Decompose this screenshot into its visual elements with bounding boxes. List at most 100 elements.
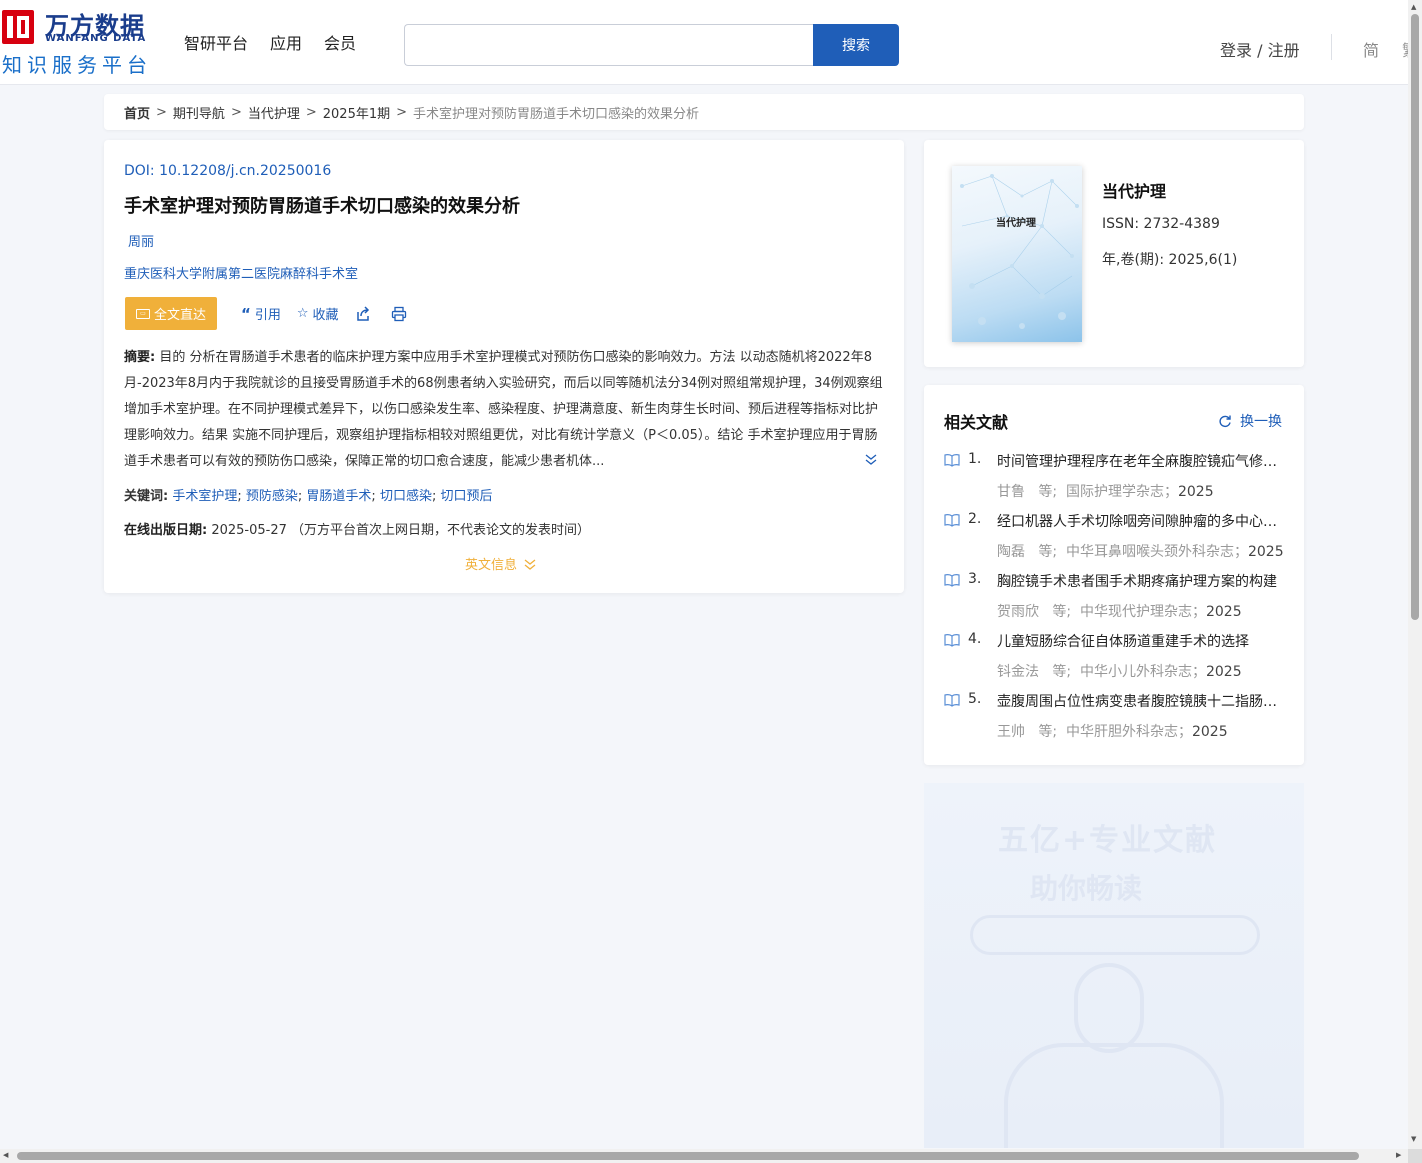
related-journal[interactable]: 国际护理学杂志； — [1066, 484, 1178, 500]
scrollbar-corner — [1408, 1149, 1422, 1163]
refresh-button[interactable]: 换一换 — [1218, 411, 1282, 431]
pubdate-note: （万方平台首次上网日期，不代表论文的发表时间） — [291, 523, 591, 538]
related-year: 2025 — [1247, 544, 1284, 560]
journal-issn: ISSN: 2732-4389 — [1102, 216, 1220, 232]
author-link[interactable]: 周丽 — [128, 231, 154, 250]
breadcrumb-current: 手术室护理对预防胃肠道手术切口感染的效果分析 — [413, 106, 700, 122]
en-info-label: 英文信息 — [465, 558, 518, 573]
search-button[interactable]: 搜索 — [813, 24, 899, 66]
vol-label: 年,卷(期): — [1102, 252, 1165, 268]
favorite-button[interactable]: ☆ 收藏 — [297, 304, 339, 323]
promo-figure-head — [1074, 963, 1144, 1053]
list-item: 4. 儿童短肠综合征自体肠道重建手术的选择 钭金法 等; 中华小儿外科杂志；20… — [944, 629, 1289, 689]
related-etal: 等; — [1038, 484, 1058, 500]
related-etal: 等; — [1052, 604, 1072, 620]
pubdate-label: 在线出版日期: — [124, 523, 208, 538]
login-register-link[interactable]: 登录 / 注册 — [1220, 37, 1300, 61]
cover-title: 当代护理 — [996, 218, 1036, 229]
related-journal[interactable]: 中华肝胆外科杂志； — [1066, 724, 1192, 740]
related-year: 2025 — [1205, 664, 1242, 680]
scroll-down-icon[interactable]: ▼ — [1411, 1135, 1416, 1143]
horizontal-scrollbar[interactable]: ◀ ▶ — [0, 1149, 1408, 1163]
nav-item-apps[interactable]: 应用 — [270, 30, 302, 54]
keyword-link[interactable]: 预防感染 — [246, 489, 298, 504]
related-year: 2025 — [1191, 724, 1228, 740]
refresh-icon — [1219, 415, 1231, 428]
scroll-left-icon[interactable]: ◀ — [3, 1151, 8, 1159]
promo-figure-body — [1004, 1043, 1224, 1148]
related-meta: 贺雨欣 等; 中华现代护理杂志；2025 — [997, 601, 1242, 621]
breadcrumb-home[interactable]: 首页 — [124, 103, 150, 122]
print-button[interactable] — [391, 306, 407, 322]
related-author[interactable]: 王帅 — [997, 724, 1025, 740]
keyword-link[interactable]: 切口感染 — [380, 489, 432, 504]
abstract: 摘要: 目的 分析在胃肠道手术患者的临床护理方案中应用手术室护理模式对预防伤口感… — [124, 345, 884, 475]
keyword-link[interactable]: 胃肠道手术 — [306, 489, 371, 504]
keyword-link[interactable]: 切口预后 — [440, 489, 492, 504]
vertical-scrollbar[interactable]: ▲ ▼ — [1408, 0, 1422, 1149]
item-number: 5. — [968, 691, 982, 707]
related-title-link[interactable]: 时间管理护理程序在老年全麻腹腔镜疝气修补术中的应用 — [997, 451, 1279, 471]
related-journal[interactable]: 中华现代护理杂志； — [1080, 604, 1206, 620]
share-icon — [356, 305, 369, 321]
horizontal-scroll-thumb[interactable] — [17, 1152, 1359, 1160]
item-number: 2. — [968, 511, 982, 527]
related-author[interactable]: 甘鲁 — [997, 484, 1025, 500]
item-number: 1. — [968, 451, 982, 467]
related-meta: 钭金法 等; 中华小儿外科杂志；2025 — [997, 661, 1242, 681]
nav-item-zhiyan[interactable]: 智研平台 — [184, 30, 248, 54]
journal-card: 当代护理 当代护理 ISSN: 2732-4389 年,卷(期): 2025,6… — [924, 140, 1304, 367]
search-input[interactable] — [404, 24, 814, 66]
vertical-scroll-thumb[interactable] — [1411, 14, 1419, 620]
related-journal[interactable]: 中华小儿外科杂志； — [1080, 664, 1206, 680]
article-card: DOI: 10.12208/j.cn.20250016 手术室护理对预防胃肠道手… — [104, 140, 904, 593]
pubdate-value: 2025-05-27 — [211, 523, 287, 538]
cite-label: 引用 — [254, 308, 281, 323]
related-journal[interactable]: 中华耳鼻咽喉头颈外科杂志； — [1066, 544, 1248, 560]
breadcrumb-sep: > — [396, 104, 408, 120]
star-icon: ☆ — [296, 306, 309, 321]
related-author[interactable]: 钭金法 — [997, 664, 1039, 680]
cover-network-pattern — [960, 174, 1079, 329]
journal-name-link[interactable]: 当代护理 — [1102, 178, 1166, 202]
wanfang-logo-mark-icon — [2, 10, 34, 44]
scroll-right-icon[interactable]: ▶ — [1396, 1151, 1401, 1159]
wanfang-logo[interactable]: 万方数据 WANFANG DATA 知识服务平台 — [0, 6, 152, 77]
related-title-link[interactable]: 壶腹周围占位性病变患者腹腔镜胰十二指肠切除术 — [997, 691, 1279, 711]
nav-item-member[interactable]: 会员 — [324, 30, 356, 54]
related-title-link[interactable]: 儿童短肠综合征自体肠道重建手术的选择 — [997, 631, 1279, 651]
lang-simplified[interactable]: 简 — [1363, 37, 1379, 61]
fulltext-button[interactable]: ▭ 全文直达 — [125, 297, 217, 330]
related-etal: 等; — [1052, 664, 1072, 680]
share-button[interactable] — [355, 305, 371, 322]
cite-button[interactable]: “ 引用 — [241, 304, 281, 324]
issn-value: 2732-4389 — [1143, 216, 1220, 232]
journal-cover-image[interactable]: 当代护理 — [952, 166, 1082, 342]
expand-abstract-icon[interactable] — [864, 452, 878, 466]
book-icon — [944, 694, 960, 707]
book-icon — [944, 634, 960, 647]
related-title-link[interactable]: 经口机器人手术切除咽旁间隙肿瘤的多中心研究 — [997, 511, 1279, 531]
related-author[interactable]: 贺雨欣 — [997, 604, 1039, 620]
related-list: 1. 时间管理护理程序在老年全麻腹腔镜疝气修补术中的应用 甘鲁 等; 国际护理学… — [944, 449, 1289, 749]
related-title-link[interactable]: 胸腔镜手术患者围手术期疼痛护理方案的构建 — [997, 571, 1279, 591]
english-info-toggle[interactable]: 英文信息 — [465, 554, 537, 573]
breadcrumb-journal-nav[interactable]: 期刊导航 — [173, 103, 225, 122]
scroll-up-icon[interactable]: ▲ — [1411, 3, 1416, 11]
promo-banner[interactable]: 五亿+专业文献 助你畅读 — [924, 783, 1304, 1148]
breadcrumb-journal[interactable]: 当代护理 — [248, 103, 300, 122]
related-literature: 相关文献 换一换 1. 时间管理护理程序在老年全麻腹腔镜疝气修补术中的应用 甘鲁… — [924, 385, 1304, 765]
book-icon — [944, 514, 960, 527]
book-icon — [944, 454, 960, 467]
breadcrumb-issue[interactable]: 2025年1期 — [323, 103, 390, 122]
item-number: 4. — [968, 631, 982, 647]
chevron-down-icon — [524, 558, 536, 570]
organization-link[interactable]: 重庆医科大学附属第二医院麻醉科手术室 — [124, 263, 358, 282]
doi-link[interactable]: 10.12208/j.cn.20250016 — [159, 163, 331, 179]
logo-en-text: WANFANG DATA — [45, 33, 147, 44]
breadcrumb-sep: > — [305, 104, 317, 120]
keyword-link[interactable]: 手术室护理 — [172, 489, 237, 504]
issn-label: ISSN: — [1102, 216, 1140, 232]
doi: DOI: 10.12208/j.cn.20250016 — [124, 163, 331, 179]
related-author[interactable]: 陶磊 — [997, 544, 1025, 560]
